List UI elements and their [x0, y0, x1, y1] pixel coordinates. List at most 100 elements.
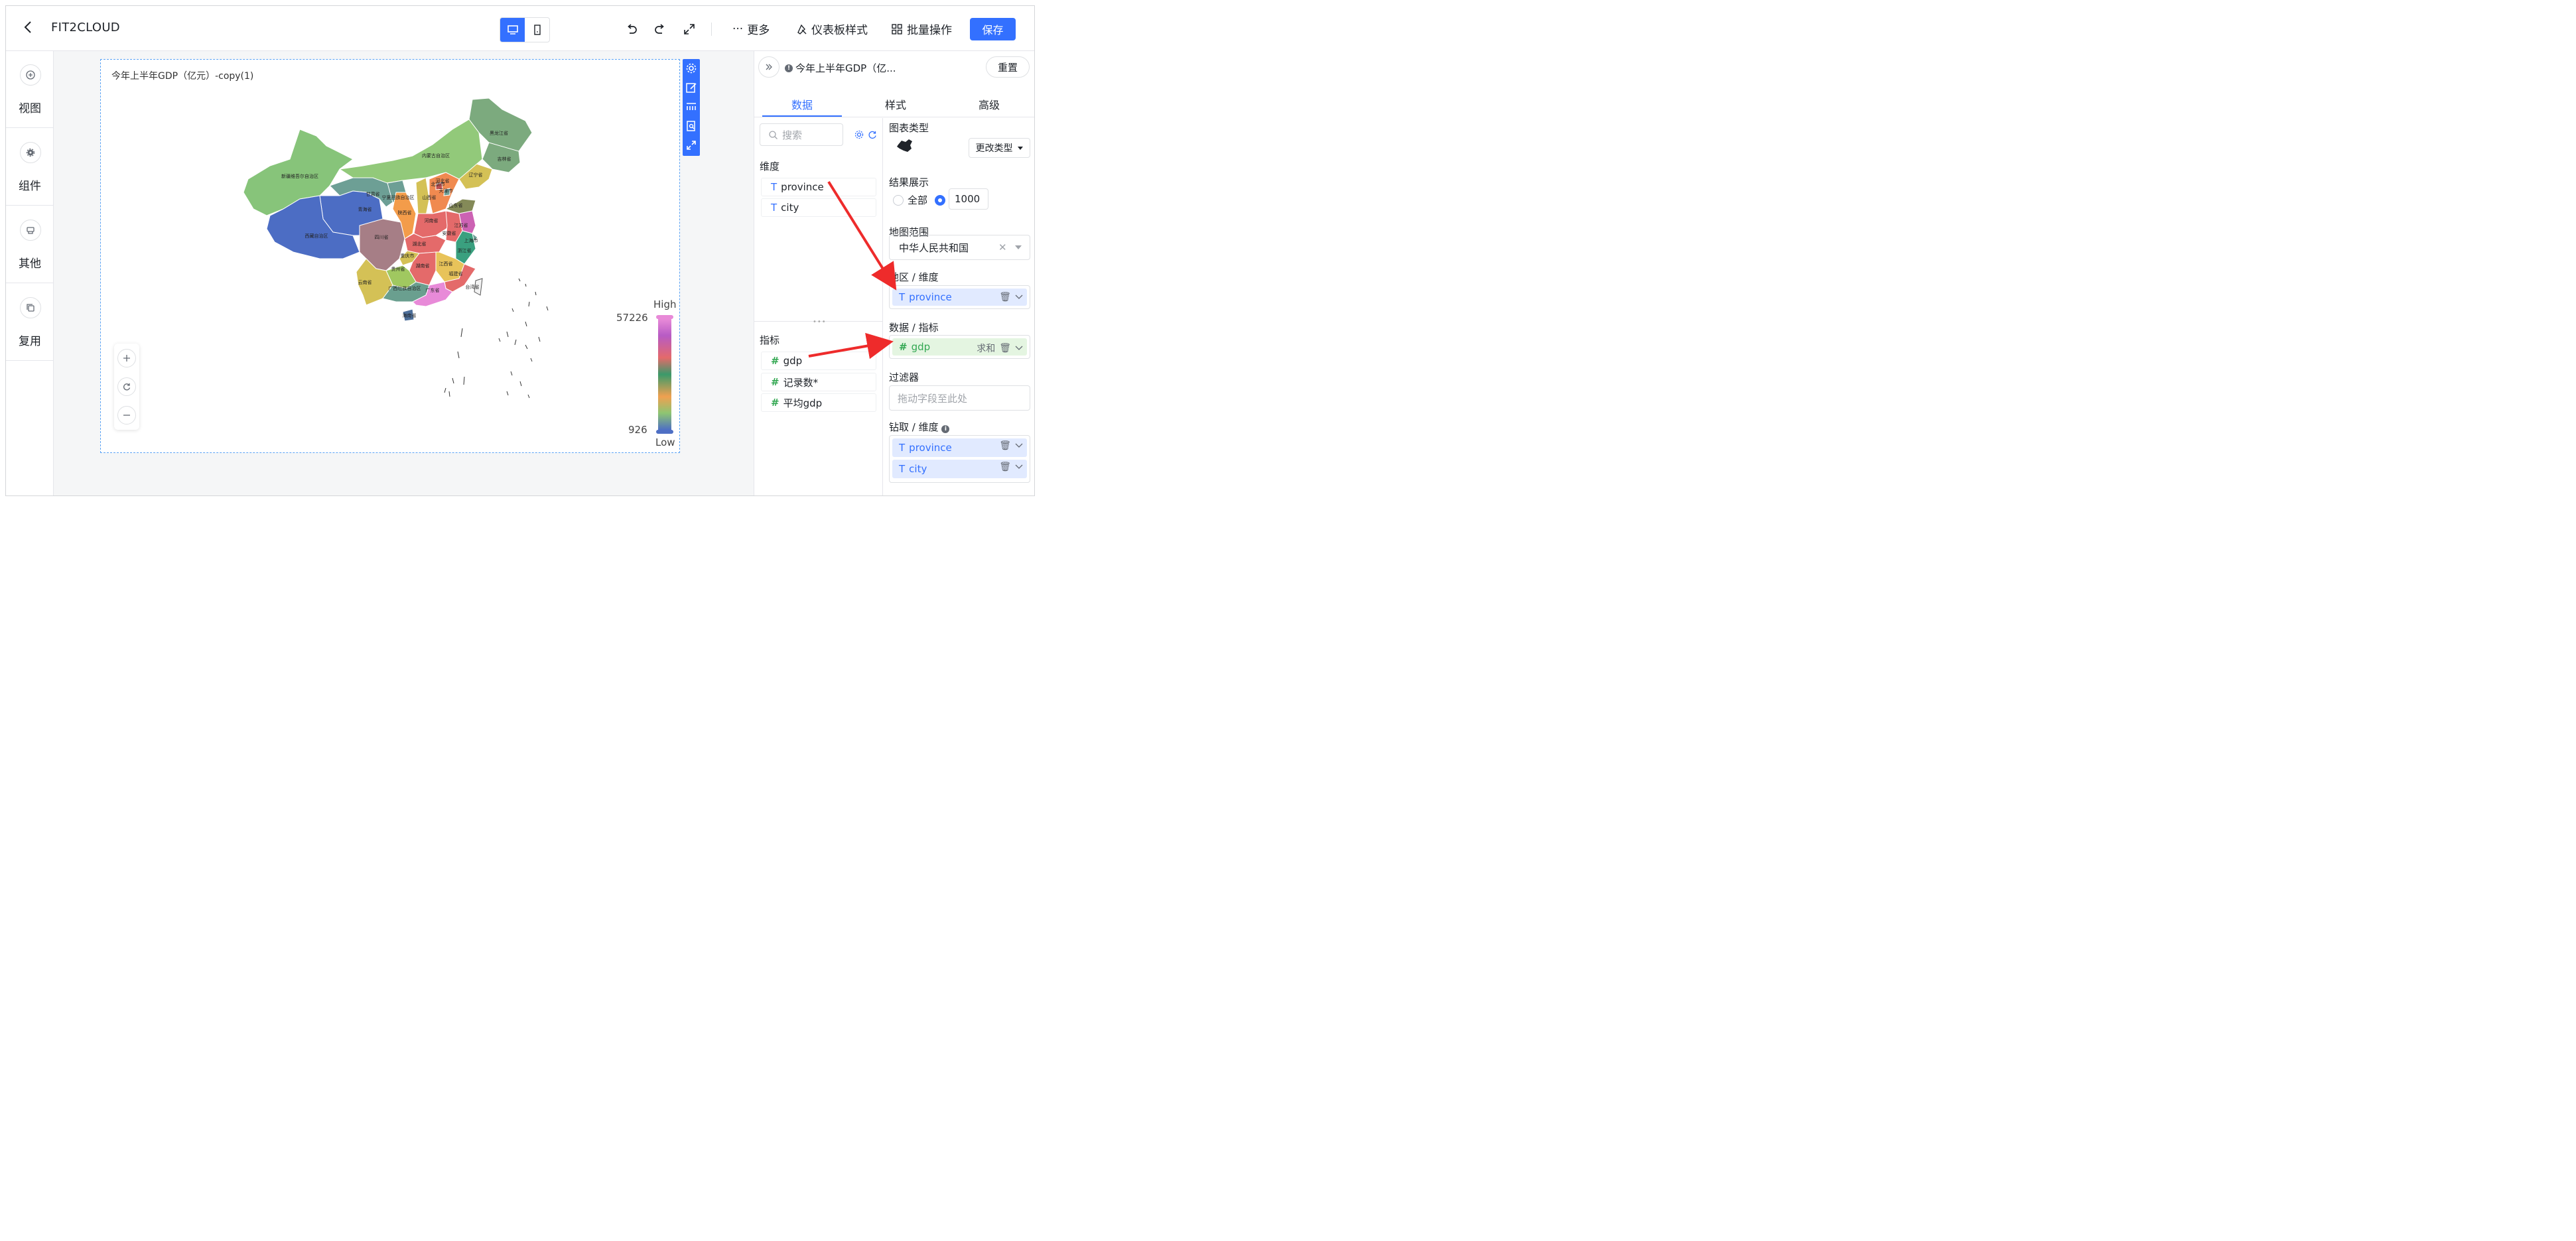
measure-field-avg-gdp[interactable]: # 平均gdp [761, 393, 876, 412]
caret-down-icon [1017, 147, 1023, 150]
sidebar-item-reuse[interactable]: 复用 [6, 284, 54, 361]
tab-data[interactable]: 数据 [791, 96, 813, 112]
batch-operation-button[interactable]: 批量操作 [891, 21, 952, 37]
expand-icon [687, 141, 696, 150]
drill-label: 钻取 / 维度 i [889, 420, 950, 434]
province-label: 贵州省 [391, 266, 405, 272]
fullscreen-button[interactable] [681, 21, 698, 38]
field-name: 记录数* [783, 376, 819, 389]
province-label: 重庆市 [401, 253, 415, 259]
enlarge-button[interactable] [685, 139, 698, 152]
sidebar-item-other[interactable]: 其他 [6, 206, 54, 283]
dimension-field-province[interactable]: T province [761, 178, 876, 196]
caret-down-icon [1015, 245, 1022, 249]
document-search-icon [687, 121, 695, 131]
settings-button[interactable] [685, 62, 698, 75]
province-label: 湖北省 [413, 241, 427, 247]
dataset-settings-icon[interactable] [854, 129, 864, 140]
phone-icon [533, 25, 541, 35]
province-label: 辽宁省 [469, 172, 483, 178]
panel-tabs: 数据 样式 高级 [754, 87, 1034, 117]
province-label: 山东省 [449, 202, 463, 208]
measure-field-gdp[interactable]: # gdp [761, 352, 876, 370]
trash-icon[interactable]: 🗑 [999, 440, 1011, 451]
province-label: 天津市 [439, 188, 453, 194]
zoom-out-button[interactable] [117, 406, 136, 425]
more-button[interactable]: ··· 更多 [732, 21, 770, 38]
refresh-icon [123, 383, 131, 391]
redo-button[interactable] [651, 21, 669, 38]
visual-map-bottom-handle[interactable] [656, 430, 673, 434]
province-label: 上海市 [464, 237, 478, 243]
active-tab-indicator [762, 115, 842, 117]
result-all-label: 全部 [908, 194, 928, 206]
metric-pill[interactable]: # gdp 求和 🗑 [889, 335, 1030, 359]
dimension-field-city[interactable]: T city [761, 198, 876, 217]
zoom-in-button[interactable] [117, 349, 136, 367]
view-details-button[interactable] [685, 119, 698, 133]
back-icon[interactable] [21, 19, 36, 35]
chevron-down-icon[interactable] [1015, 464, 1023, 470]
edit-button[interactable] [685, 81, 698, 94]
chevron-down-icon[interactable] [1015, 346, 1023, 351]
visual-map-gradient[interactable] [654, 315, 675, 434]
clear-icon[interactable]: ✕ [998, 241, 1007, 253]
info-icon[interactable]: i [941, 425, 950, 433]
province-label: 浙江省 [458, 247, 472, 253]
province-label: 广西壮族自治区 [389, 285, 421, 291]
refresh-icon[interactable] [867, 129, 878, 140]
province-label: 江苏省 [454, 222, 468, 228]
tab-style[interactable]: 样式 [885, 96, 906, 112]
filter-drop-zone[interactable]: 拖动字段至此处 [889, 385, 1030, 411]
drill-pill-city[interactable]: T city 🗑 [892, 460, 1027, 478]
dashboard-style-button[interactable]: 仪表板样式 [795, 21, 868, 37]
trash-icon[interactable]: 🗑 [999, 462, 1011, 472]
sidebar-item-label: 组件 [19, 180, 41, 193]
measure-field-record-count[interactable]: # 记录数* [761, 373, 876, 391]
province-region[interactable] [338, 119, 483, 184]
desktop-view-button[interactable] [500, 18, 525, 42]
undo-button[interactable] [623, 21, 640, 38]
sidebar-item-component[interactable]: 组件 [6, 129, 54, 206]
drill-pill-province[interactable]: T province 🗑 [892, 438, 1027, 457]
map-range-select[interactable]: 中华人民共和国 ✕ [889, 235, 1030, 260]
province-label: 吉林省 [498, 156, 511, 162]
china-map: 黑龙江省吉林省辽宁省内蒙古自治区新疆维吾尔自治区甘肃省宁夏回族自治区 山西省河北省… [243, 98, 549, 399]
panel-title-text: 今年上半年GDP（亿... [795, 62, 896, 74]
map-chart-component[interactable]: 今年上半年GDP（亿元）-copy(1) 黑龙江省 吉林省 辽宁省 内蒙古自治区 新疆维… [100, 59, 680, 453]
search-placeholder: 搜索 [782, 129, 803, 141]
province-label: 福建省 [449, 271, 463, 277]
visual-map-top-handle[interactable] [656, 315, 673, 319]
trash-icon[interactable]: 🗑 [999, 343, 1011, 354]
save-button[interactable]: 保存 [970, 18, 1016, 40]
sidebar-item-label: 视图 [19, 102, 41, 115]
reset-button[interactable]: 重置 [986, 56, 1030, 78]
ellipsis-icon: ··· [732, 22, 744, 36]
resize-handle-icon[interactable]: ••• [813, 318, 827, 326]
province-label: 台湾省 [466, 284, 480, 290]
number-type-icon: # [771, 397, 780, 409]
mobile-view-button[interactable] [525, 18, 549, 42]
tab-advanced[interactable]: 高级 [979, 96, 1000, 112]
field-search-input[interactable]: 搜索 [760, 123, 843, 146]
change-chart-type-button[interactable]: 更改类型 [969, 138, 1030, 158]
province-label: 山西省 [423, 194, 437, 200]
number-type-icon: # [771, 355, 780, 367]
result-all-radio[interactable] [893, 195, 904, 206]
chevron-down-icon[interactable] [1015, 294, 1023, 300]
stamp-icon [20, 220, 41, 241]
dashboard-style-label: 仪表板样式 [811, 24, 868, 37]
result-limit-input[interactable]: 1000 [949, 188, 988, 210]
reset-zoom-button[interactable] [117, 377, 136, 396]
sidebar-item-view[interactable]: 视图 [6, 51, 54, 128]
province-label: 四川省 [375, 234, 389, 240]
province-label: 广东省 [426, 287, 440, 293]
chevron-down-icon[interactable] [1015, 443, 1023, 448]
linkage-button[interactable] [685, 100, 698, 113]
undo-icon [628, 24, 637, 34]
region-dimension-pill[interactable]: T province 🗑 [889, 285, 1030, 309]
collapse-panel-button[interactable] [758, 56, 780, 78]
trash-icon[interactable]: 🗑 [999, 292, 1011, 302]
result-limit-radio[interactable] [935, 195, 945, 206]
aggregation-label[interactable]: 求和 [977, 342, 995, 355]
